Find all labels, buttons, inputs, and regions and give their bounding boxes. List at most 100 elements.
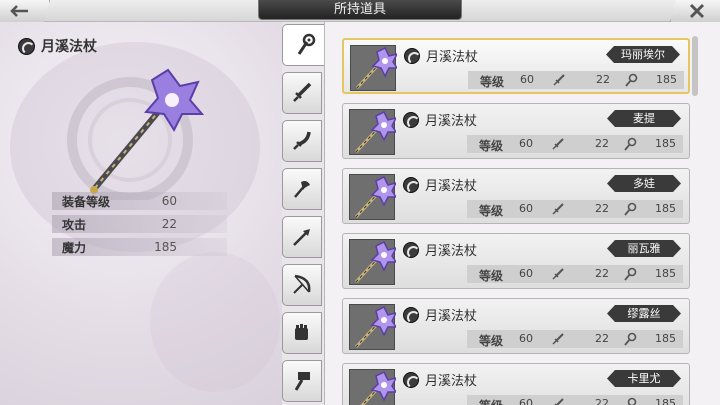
magic-value: 185 — [655, 202, 676, 215]
item-row-title: 月溪法杖 — [403, 240, 477, 259]
item-row[interactable]: 月溪法杖 玛丽埃尔 等级 60 22 185 — [342, 38, 690, 94]
hammer-icon — [294, 372, 310, 391]
owner-badge: 缪露丝 — [607, 305, 681, 322]
item-thumbnail — [349, 109, 398, 155]
moon-icon — [403, 111, 420, 129]
staff-icon — [354, 175, 398, 219]
sword-icon — [293, 82, 312, 102]
item-row-stats: 等级 60 22 185 — [467, 395, 683, 405]
moon-icon — [403, 306, 420, 324]
item-thumbnail — [349, 174, 398, 220]
item-row-stats: 等级 60 22 185 — [467, 200, 683, 218]
level-label: 等级 — [479, 397, 503, 405]
staff-icon — [355, 46, 399, 90]
stat-label: 装备等级 — [62, 194, 111, 209]
item-detail-panel: 月溪法杖 装备等级 60 攻击 22 魔力 185 — [0, 22, 282, 405]
stat-row-magic: 魔力 185 — [52, 238, 227, 256]
owner-badge: 玛丽埃尔 — [606, 46, 680, 63]
item-thumbnail — [349, 239, 398, 285]
item-thumbnail — [350, 45, 399, 91]
level-label: 等级 — [479, 204, 504, 218]
staff-illustration — [67, 68, 205, 200]
item-title: 月溪法杖 — [18, 36, 97, 56]
moon-icon — [403, 371, 420, 389]
attack-value: 22 — [595, 267, 609, 280]
staff-icon — [354, 240, 398, 284]
attack-value: 22 — [595, 332, 609, 345]
tab-blade[interactable] — [282, 120, 322, 162]
item-row-stats: 等级 60 22 185 — [467, 330, 683, 348]
owner-badge: 多娃 — [607, 175, 681, 192]
tab-axe[interactable] — [282, 168, 322, 210]
back-arrow-icon — [10, 5, 28, 17]
item-row[interactable]: 月溪法杖 缪露丝 等级 60 22 185 — [342, 298, 690, 354]
back-button[interactable] — [0, 0, 50, 22]
item-row-title: 月溪法杖 — [404, 46, 478, 65]
background-scroll — [150, 252, 280, 392]
level-label: 等级 — [479, 269, 504, 283]
item-row-name: 月溪法杖 — [425, 374, 478, 389]
page-title: 所持道具 — [258, 0, 462, 20]
item-row-name: 月溪法杖 — [425, 179, 478, 194]
level-value: 60 — [520, 73, 534, 86]
tab-hammer[interactable] — [282, 360, 322, 402]
scrollbar-thumb[interactable] — [692, 36, 698, 96]
stat-label: 攻击 — [62, 217, 87, 232]
stat-label: 魔力 — [62, 240, 87, 255]
level-value: 60 — [519, 332, 533, 345]
close-button[interactable] — [670, 0, 720, 22]
attack-icon — [551, 332, 565, 349]
attack-value: 22 — [595, 202, 609, 215]
attack-value: 22 — [595, 137, 609, 150]
tab-spear[interactable] — [282, 216, 322, 258]
item-row-title: 月溪法杖 — [403, 175, 477, 194]
owner-badge: 丽瓦雅 — [607, 240, 681, 257]
level-label: 等级 — [479, 139, 504, 153]
staff-icon — [297, 33, 315, 55]
staff-icon — [354, 305, 398, 349]
tab-gauntlet[interactable] — [282, 312, 322, 354]
item-row[interactable]: 月溪法杖 卡里尤 等级 60 22 185 — [342, 363, 690, 405]
moon-icon — [403, 176, 420, 194]
attack-icon — [551, 397, 565, 405]
magic-icon — [623, 267, 637, 284]
item-thumbnail — [349, 304, 398, 350]
item-row[interactable]: 月溪法杖 麦提 等级 60 22 185 — [342, 103, 690, 159]
tab-staff[interactable] — [282, 24, 326, 66]
attack-icon — [551, 267, 565, 284]
stat-row-level: 装备等级 60 — [52, 192, 227, 210]
stat-value: 22 — [161, 217, 177, 231]
item-row-title: 月溪法杖 — [403, 305, 477, 324]
magic-value: 185 — [655, 332, 676, 345]
item-row-title: 月溪法杖 — [403, 110, 477, 129]
spear-icon — [293, 229, 310, 246]
magic-icon — [624, 73, 638, 90]
staff-icon — [360, 370, 398, 405]
item-name: 月溪法杖 — [41, 39, 97, 55]
curved-blade-icon — [293, 131, 311, 150]
magic-value: 185 — [656, 73, 677, 86]
item-row-stats: 等级 60 22 185 — [467, 265, 683, 283]
item-row[interactable]: 月溪法杖 多娃 等级 60 22 185 — [342, 168, 690, 224]
item-row-name: 月溪法杖 — [426, 50, 479, 65]
item-row-name: 月溪法杖 — [425, 244, 478, 259]
magic-icon — [623, 202, 637, 219]
category-tabs — [280, 22, 326, 405]
item-row[interactable]: 月溪法杖 丽瓦雅 等级 60 22 185 — [342, 233, 690, 289]
moon-icon — [404, 47, 421, 65]
item-row-name: 月溪法杖 — [425, 309, 478, 324]
owner-badge: 麦提 — [607, 110, 681, 127]
stat-value: 185 — [154, 240, 177, 254]
owner-badge: 卡里尤 — [607, 370, 681, 387]
item-row-stats: 等级 60 22 185 — [467, 135, 683, 153]
item-row-stats: 等级 60 22 185 — [468, 71, 684, 89]
magic-value: 185 — [655, 397, 676, 405]
level-label: 等级 — [480, 75, 505, 89]
level-value: 60 — [519, 202, 533, 215]
magic-value: 185 — [655, 137, 676, 150]
magic-icon — [623, 137, 637, 154]
close-icon — [689, 3, 705, 19]
tab-bow[interactable] — [282, 264, 322, 306]
tab-sword[interactable] — [282, 72, 322, 114]
level-value: 60 — [519, 397, 533, 405]
